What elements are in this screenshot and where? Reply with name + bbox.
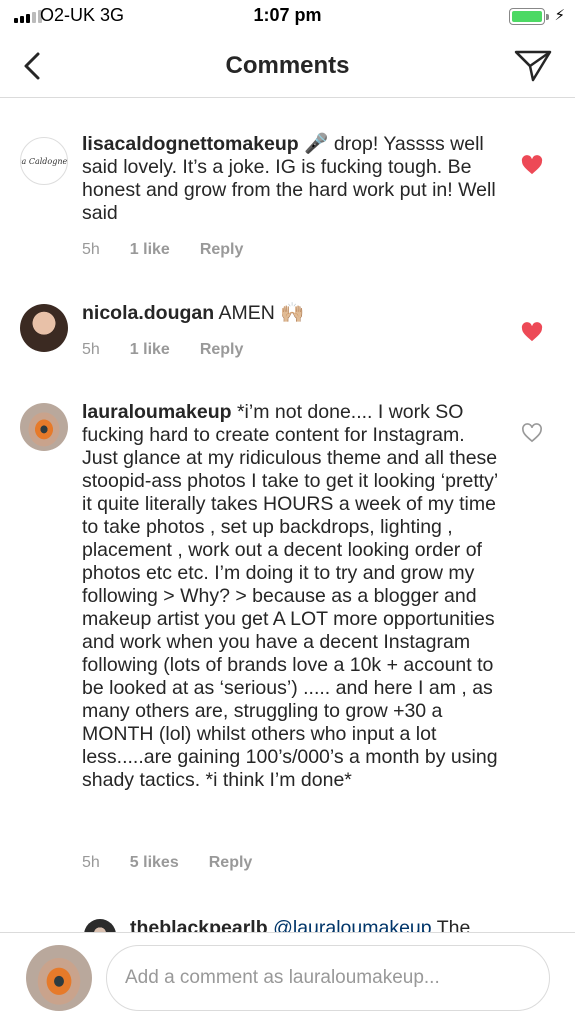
comment-meta: 5h 1 like Reply bbox=[82, 341, 273, 359]
likes-count[interactable]: 1 like bbox=[130, 341, 170, 359]
comment-time: 5h bbox=[82, 241, 100, 258]
likes-count[interactable]: 5 likes bbox=[130, 854, 179, 872]
comment-text: lisacaldognettomakeup 🎤 drop! Yassss wel… bbox=[82, 133, 496, 224]
comment-meta: 5h 5 likes Reply bbox=[82, 854, 282, 872]
mention-link[interactable]: @lauraloumakeup bbox=[273, 917, 432, 932]
comment-username[interactable]: lisacaldognettomakeup bbox=[82, 133, 299, 155]
avatar[interactable] bbox=[84, 919, 116, 932]
likes-count[interactable]: 1 like bbox=[130, 241, 170, 259]
current-user-avatar bbox=[26, 945, 92, 1011]
comment-composer: Add a comment as lauraloumakeup... bbox=[0, 932, 575, 1024]
battery-icon bbox=[509, 8, 549, 25]
avatar[interactable]: Lisa Caldognetto bbox=[20, 137, 68, 185]
reply-button[interactable]: Reply bbox=[200, 341, 244, 359]
comment-meta: 5h 1 like Reply bbox=[82, 241, 273, 259]
comment-list[interactable]: Lisa Caldognetto lisacaldognettomakeup 🎤… bbox=[0, 99, 575, 932]
reply-button[interactable]: Reply bbox=[209, 854, 253, 872]
comment-text: lauraloumakeup *i’m not done.... I work … bbox=[82, 401, 498, 791]
avatar[interactable] bbox=[20, 403, 68, 451]
comment-text: nicola.dougan AMEN 🙌🏼 bbox=[82, 302, 305, 324]
comment-input[interactable]: Add a comment as lauraloumakeup... bbox=[106, 945, 550, 1011]
comment-username[interactable]: lauraloumakeup bbox=[82, 401, 232, 423]
paper-plane-icon[interactable] bbox=[513, 48, 553, 84]
avatar-logo-text: Lisa Caldognetto bbox=[21, 156, 68, 166]
charging-bolt-icon: ⚡ bbox=[554, 7, 565, 24]
status-bar: O2-UK 3G 1:07 pm ⚡ bbox=[0, 0, 575, 34]
page-title: Comments bbox=[225, 52, 350, 79]
nav-bar: Comments bbox=[0, 34, 575, 98]
comment-text: theblackpearlb @lauraloumakeup The bbox=[130, 917, 470, 932]
heart-filled-icon[interactable] bbox=[521, 322, 543, 342]
reply-button[interactable]: Reply bbox=[200, 241, 244, 259]
clock: 1:07 pm bbox=[253, 5, 322, 25]
comment-time: 5h bbox=[82, 341, 100, 358]
comment-time: 5h bbox=[82, 854, 100, 871]
heart-filled-icon[interactable] bbox=[521, 155, 543, 175]
heart-outline-icon[interactable] bbox=[521, 423, 543, 443]
comment-username[interactable]: theblackpearlb bbox=[130, 917, 268, 932]
comment-username[interactable]: nicola.dougan bbox=[82, 302, 214, 324]
avatar[interactable] bbox=[20, 304, 68, 352]
